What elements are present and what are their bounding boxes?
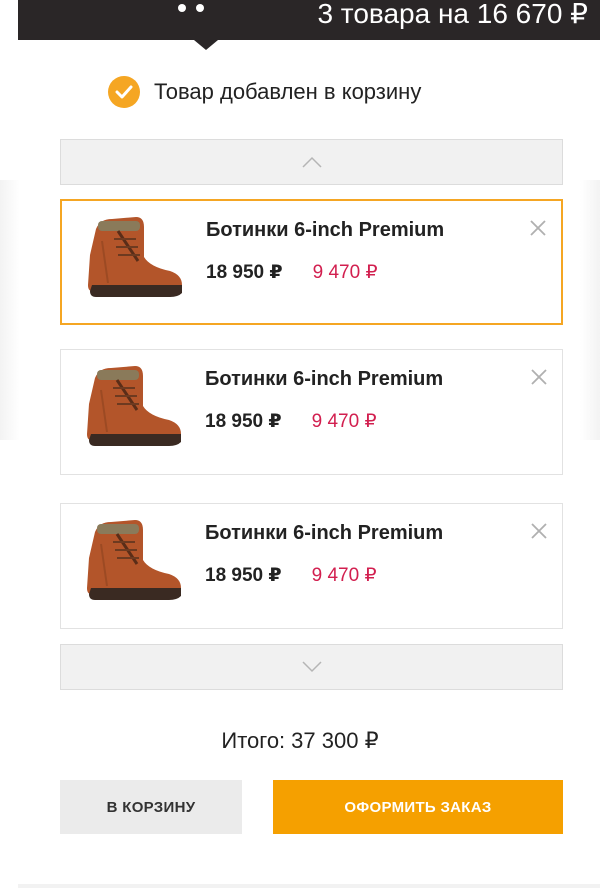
cart-popup-page: 3 товара на 16 670 ₽ Товар добавлен в ко… bbox=[0, 0, 600, 888]
product-prices: 18 950 ₽ 9 470 ₽ bbox=[205, 410, 377, 433]
cart-summary[interactable]: 3 товара на 16 670 ₽ bbox=[317, 0, 588, 30]
boot-image bbox=[87, 520, 181, 600]
scroll-up-button[interactable] bbox=[60, 139, 563, 185]
added-notice: Товар добавлен в корзину bbox=[108, 74, 421, 110]
check-circle-icon bbox=[108, 76, 140, 108]
close-icon[interactable] bbox=[530, 522, 548, 540]
cart-item[interactable]: Ботинки 6-inch Premium 18 950 ₽ 9 470 ₽ bbox=[60, 503, 563, 629]
cart-total: Итого: 37 300 ₽ bbox=[0, 728, 600, 754]
product-prices: 18 950 ₽ 9 470 ₽ bbox=[205, 564, 377, 587]
sale-price: 9 470 ₽ bbox=[311, 411, 377, 432]
total-value: 37 300 ₽ bbox=[291, 728, 379, 753]
go-to-cart-button[interactable]: В КОРЗИНУ bbox=[60, 780, 242, 834]
notice-text: Товар добавлен в корзину bbox=[154, 79, 422, 104]
scroll-down-button[interactable] bbox=[60, 644, 563, 690]
old-price: 18 950 ₽ bbox=[206, 262, 283, 283]
dot-icon bbox=[178, 4, 186, 12]
boot-image bbox=[88, 217, 182, 297]
dot-icon bbox=[196, 4, 204, 12]
bottom-divider bbox=[18, 884, 600, 888]
cart-item[interactable]: Ботинки 6-inch Premium 18 950 ₽ 9 470 ₽ bbox=[60, 199, 563, 325]
old-price: 18 950 ₽ bbox=[205, 565, 282, 586]
sale-price: 9 470 ₽ bbox=[312, 262, 378, 283]
chevron-down-icon bbox=[301, 661, 322, 673]
total-label: Итого: bbox=[221, 728, 286, 753]
background-edge-right bbox=[580, 180, 600, 440]
background-edge-left bbox=[0, 180, 20, 440]
cart-header-bar[interactable]: 3 товара на 16 670 ₽ bbox=[18, 0, 600, 50]
product-name[interactable]: Ботинки 6-inch Premium bbox=[205, 522, 443, 545]
header-dots bbox=[178, 4, 204, 12]
place-order-button[interactable]: ОФОРМИТЬ ЗАКАЗ bbox=[273, 780, 563, 834]
close-icon[interactable] bbox=[529, 219, 547, 237]
chevron-up-icon bbox=[301, 156, 322, 168]
old-price: 18 950 ₽ bbox=[205, 411, 282, 432]
close-icon[interactable] bbox=[530, 368, 548, 386]
sale-price: 9 470 ₽ bbox=[311, 565, 377, 586]
boot-image bbox=[87, 366, 181, 446]
product-prices: 18 950 ₽ 9 470 ₽ bbox=[206, 261, 378, 284]
cart-item[interactable]: Ботинки 6-inch Premium 18 950 ₽ 9 470 ₽ bbox=[60, 349, 563, 475]
popup-pointer bbox=[194, 40, 218, 50]
product-name[interactable]: Ботинки 6-inch Premium bbox=[206, 219, 444, 242]
product-name[interactable]: Ботинки 6-inch Premium bbox=[205, 368, 443, 391]
